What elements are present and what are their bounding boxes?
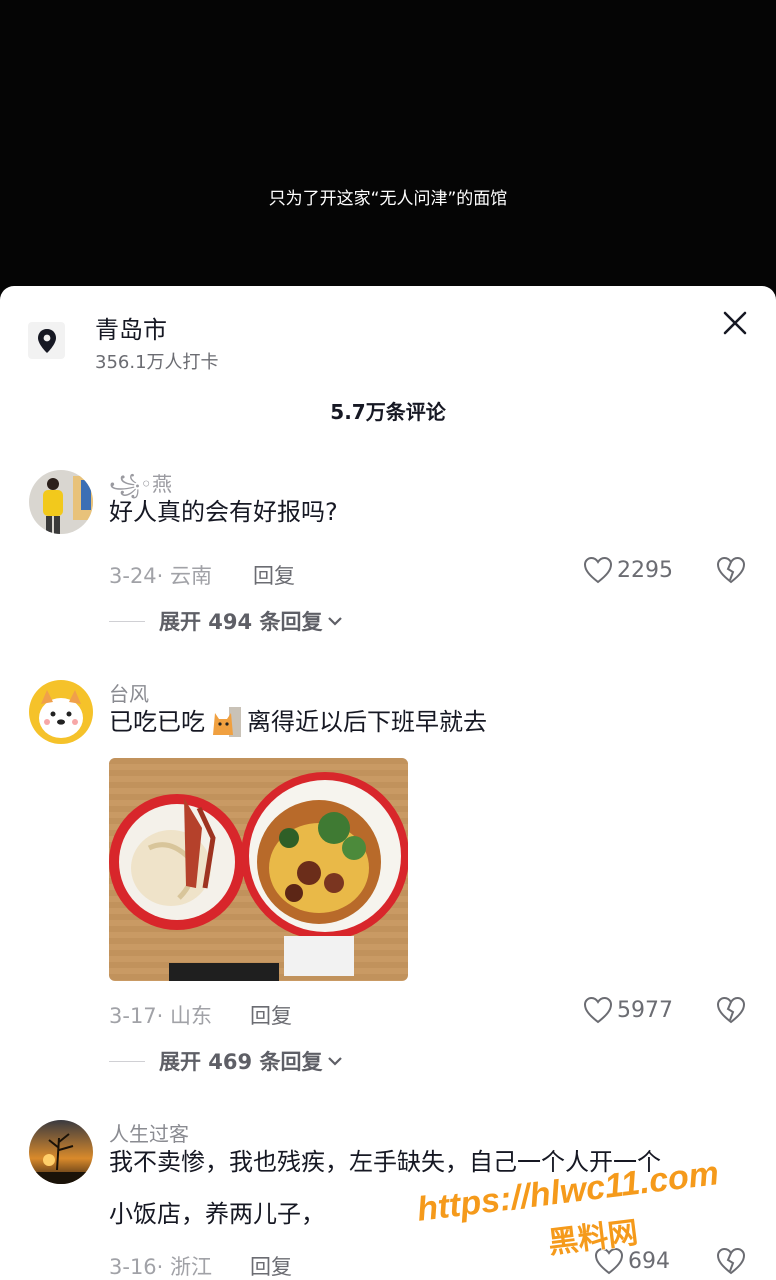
broken-heart-icon [716, 556, 746, 584]
comment-text: 已吃已吃 离得近以后下班早就去 [109, 696, 749, 748]
watermark-site-name: 黑料网 [546, 1215, 640, 1260]
avatar[interactable] [29, 470, 93, 534]
comment-date-region: 3-17· 山东 [109, 1004, 213, 1028]
location-city[interactable]: 青岛市 [95, 310, 167, 345]
comment-sheet: 青岛市 356.1万人打卡 5.7万条评论 ꧁◦燕 好人真的会有好报吗? 3-2… [0, 286, 776, 1280]
video-subtitle: 只为了开这家“无人问津”的面馆 [268, 189, 508, 209]
like-button[interactable]: 5977 [583, 996, 673, 1024]
comment-date-region: 3-16· 浙江 [109, 1255, 213, 1279]
reply-button[interactable]: 回复 [250, 1000, 292, 1030]
heart-icon [583, 556, 613, 584]
expand-replies-label: 展开 494 条回复 [159, 610, 323, 634]
reply-button[interactable]: 回复 [250, 1251, 292, 1280]
reply-button[interactable]: 回复 [253, 560, 295, 590]
watermark-url: https://hlwc11.com [415, 1154, 721, 1229]
comment-text-part: 已吃已吃 [109, 708, 205, 736]
avatar[interactable] [29, 680, 93, 744]
avatar[interactable] [29, 1120, 93, 1184]
close-icon[interactable] [720, 308, 750, 338]
divider [109, 620, 145, 622]
video-player[interactable]: 只为了开这家“无人问津”的面馆 [0, 0, 776, 300]
dislike-button[interactable] [716, 556, 746, 588]
chevron-down-icon [328, 1057, 343, 1066]
divider [109, 1060, 145, 1062]
like-count: 5977 [617, 997, 673, 1023]
chevron-down-icon [328, 617, 343, 626]
comment-date-region: 3-24· 云南 [109, 564, 213, 588]
location-pin-icon[interactable] [28, 322, 65, 359]
expand-replies-button[interactable]: 展开 494 条回复 [109, 606, 344, 636]
dislike-button[interactable] [716, 996, 746, 1028]
comment-text: 好人真的会有好报吗? [109, 498, 338, 526]
location-checkins: 356.1万人打卡 [95, 352, 219, 373]
comment-image[interactable] [109, 758, 408, 981]
sticker-emoji [209, 705, 243, 739]
comment-text-part: 离得近以后下班早就去 [247, 708, 487, 736]
comment-count: 5.7万条评论 [330, 400, 446, 424]
like-count: 2295 [617, 557, 673, 583]
expand-replies-button[interactable]: 展开 469 条回复 [109, 1046, 344, 1076]
watermark: https://hlwc11.com 黑料网 [414, 1154, 721, 1260]
broken-heart-icon [716, 996, 746, 1024]
like-button[interactable]: 2295 [583, 556, 673, 584]
expand-replies-label: 展开 469 条回复 [159, 1050, 323, 1074]
heart-icon [583, 996, 613, 1024]
